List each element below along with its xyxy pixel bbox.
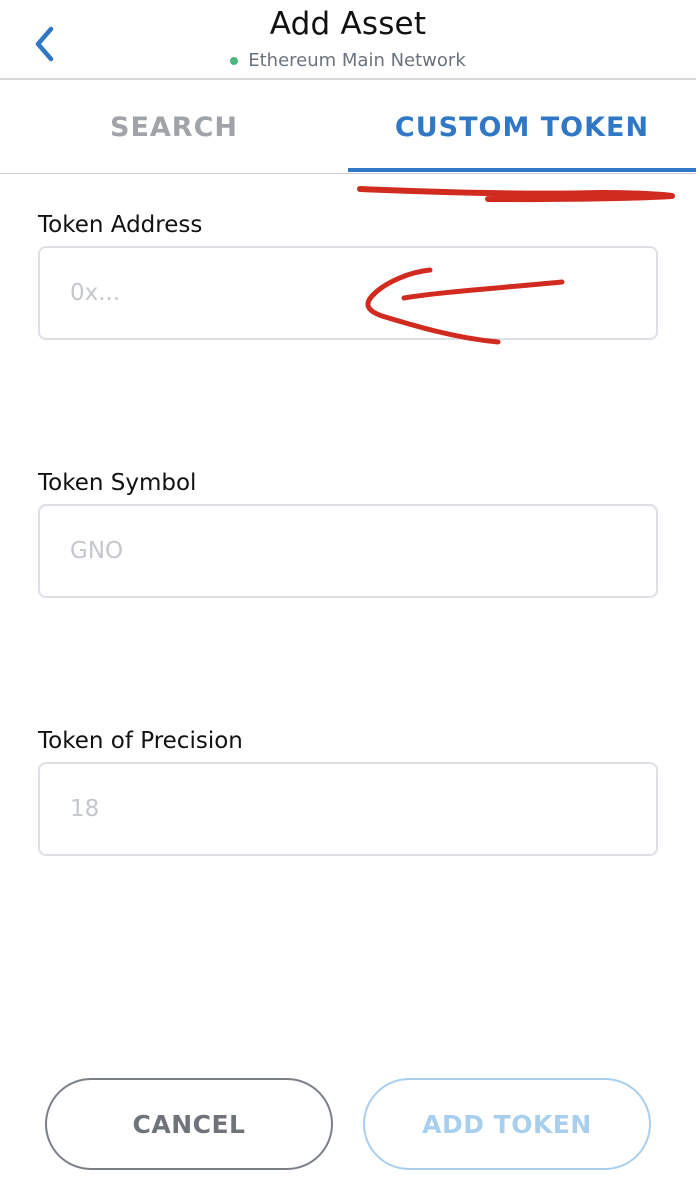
token-symbol-input[interactable]: [38, 504, 658, 598]
network-name: Ethereum Main Network: [248, 50, 466, 71]
cancel-button[interactable]: CANCEL: [45, 1078, 333, 1170]
page-title: Add Asset: [269, 6, 427, 42]
token-address-input[interactable]: [38, 246, 658, 340]
token-precision-label: Token of Precision: [38, 728, 243, 754]
network-indicator: Ethereum Main Network: [0, 50, 696, 71]
red-annotation-overlay: [357, 186, 675, 345]
tab-custom-token[interactable]: CUSTOM TOKEN: [348, 80, 696, 174]
network-status-dot: [230, 56, 239, 65]
token-address-label: Token Address: [38, 212, 203, 238]
token-precision-input[interactable]: [38, 762, 658, 856]
tab-search[interactable]: SEARCH: [0, 80, 348, 174]
add-token-button[interactable]: ADD TOKEN: [363, 1078, 651, 1170]
tab-bar: SEARCH CUSTOM TOKEN: [0, 80, 696, 174]
token-symbol-label: Token Symbol: [38, 470, 197, 496]
underline-annotation: [357, 186, 675, 203]
active-tab-indicator: [348, 168, 696, 172]
header: Add Asset Ethereum Main Network: [0, 0, 696, 80]
